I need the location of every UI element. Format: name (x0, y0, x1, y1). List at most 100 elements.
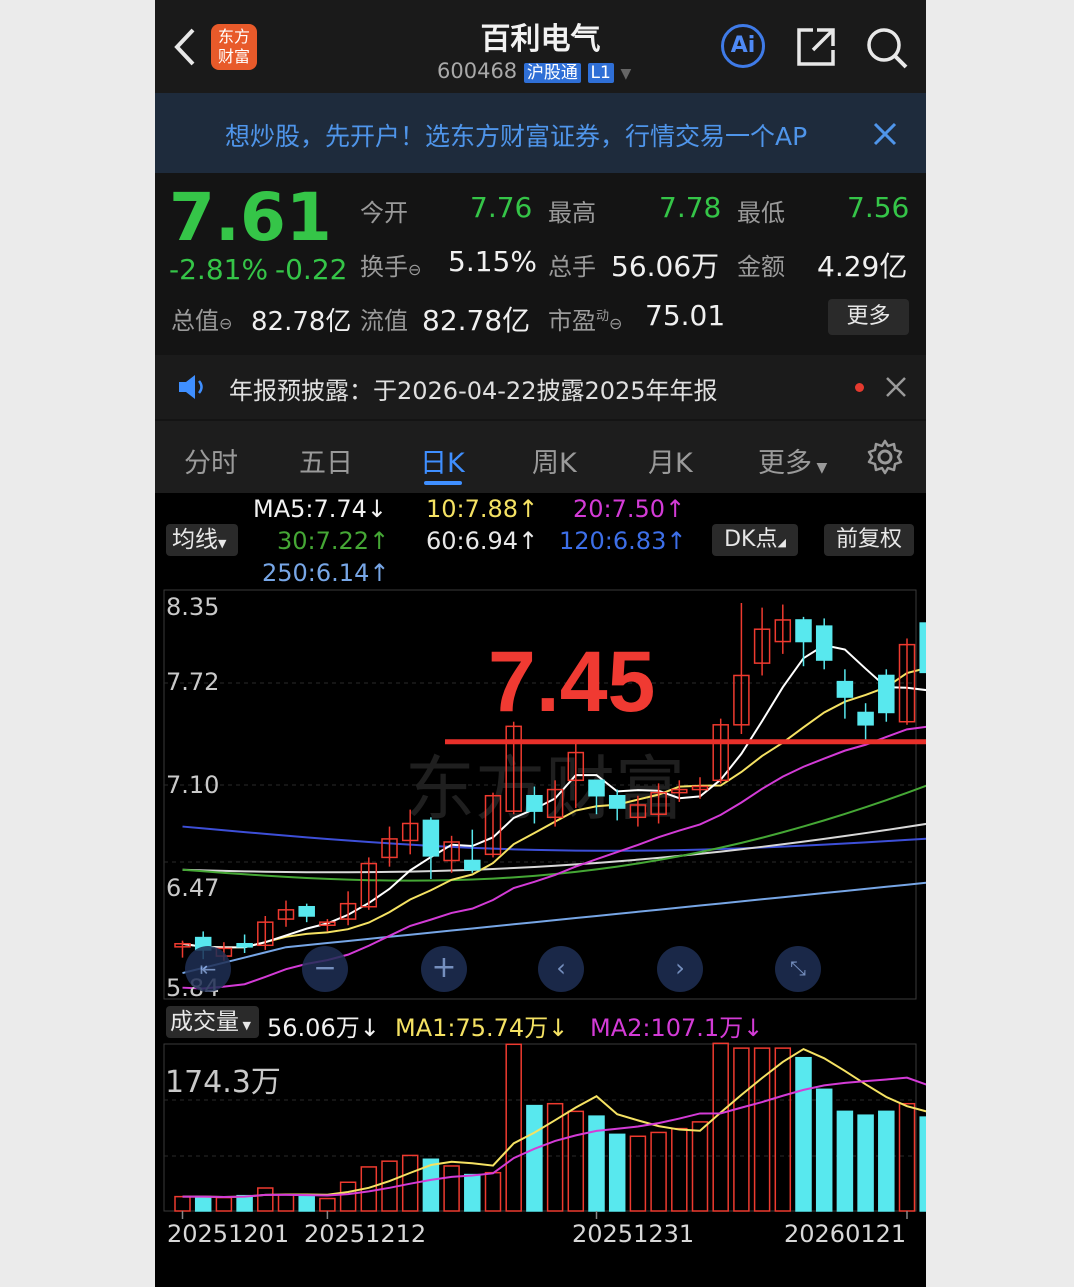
promo-banner[interactable]: 想炒股，先开户！选东方财富证券，行情交易一个AP (155, 93, 926, 173)
change-pct: -2.81% (169, 253, 269, 286)
settings-gear-icon[interactable] (867, 439, 903, 475)
date-tick: 20260121 (784, 1220, 907, 1248)
scroll-right-button[interactable]: › (657, 946, 703, 992)
volume-bar (526, 1104, 543, 1212)
candle-body (526, 794, 543, 812)
volume-bar (836, 1110, 854, 1212)
banner-text: 想炒股，先开户！选东方财富证券，行情交易一个AP (225, 122, 808, 151)
header: 东方 财富 百利电气 600468 沪股通 L1 ▼ Ai (155, 0, 926, 93)
unread-dot-icon (855, 383, 864, 392)
ma120-line (182, 825, 926, 852)
volume-bar (878, 1110, 895, 1212)
volume-bar (629, 1135, 647, 1212)
candle-body (464, 859, 481, 871)
candle-body (236, 942, 253, 948)
volume-bar (277, 1193, 295, 1212)
mktcap-value: 82.78亿 (251, 307, 352, 337)
fullscreen-button[interactable]: ⤡ (775, 946, 821, 992)
tab-weekly-k[interactable]: 周K (532, 441, 577, 480)
date-tick: 20251231 (572, 1220, 695, 1248)
notice-bar[interactable]: 年报预披露：于2026-04-22披露2025年年报 (155, 355, 926, 419)
tab-5day[interactable]: 五日 (299, 441, 353, 480)
kline-svg[interactable]: 东方财富 (155, 493, 926, 1287)
volume-bar (774, 1047, 792, 1212)
volume-bar (733, 1047, 750, 1212)
volume-bar (567, 1110, 585, 1212)
date-tick: 20251201 (167, 1220, 290, 1248)
volume-bar (339, 1181, 357, 1212)
volume-ma1-line (182, 1047, 926, 1198)
candle-body (795, 619, 812, 643)
price-tick: 8.35 (166, 593, 220, 621)
zoom-in-button[interactable]: + (421, 946, 467, 992)
price-tick: 7.10 (166, 771, 220, 799)
candle-body (298, 905, 315, 917)
volume-bar (215, 1196, 233, 1212)
speaker-icon (179, 375, 203, 399)
tab-more[interactable]: 更多 ▼ (758, 441, 827, 480)
search-icon[interactable] (865, 26, 909, 70)
share-icon[interactable] (795, 26, 837, 68)
volume-ma2: MA2:107.1万↓ (590, 1014, 764, 1042)
volume-bar (857, 1114, 874, 1212)
volume-bar (194, 1195, 212, 1212)
mktcap-label[interactable]: 总值⊖ (171, 301, 232, 336)
float-label: 流值 (360, 307, 408, 335)
ai-button[interactable]: Ai (721, 24, 765, 68)
volume-bar (671, 1127, 688, 1212)
tab-monthly-k[interactable]: 月K (648, 441, 693, 480)
candle-body (588, 779, 605, 797)
volume-bar (505, 1043, 522, 1212)
turnover-value: 5.15% (448, 245, 537, 278)
price-tick: 7.72 (166, 668, 220, 696)
dropdown-icon[interactable]: ▼ (621, 66, 632, 82)
amount-label: 金额 (737, 253, 785, 281)
more-button[interactable]: 更多 (828, 299, 909, 335)
volume-bar (650, 1131, 667, 1212)
close-icon[interactable] (885, 376, 907, 398)
close-icon[interactable] (872, 121, 898, 147)
low-value: 7.56 (847, 191, 910, 224)
volume-bar (319, 1197, 336, 1212)
zoom-out-button[interactable]: − (302, 946, 348, 992)
level-tag: L1 (587, 63, 614, 83)
tab-intraday[interactable]: 分时 (184, 441, 238, 480)
volume-bar (257, 1187, 274, 1212)
high-value: 7.78 (659, 191, 722, 224)
volume-current: 56.06万↓ (267, 1014, 380, 1042)
stock-app: 东方 财富 百利电气 600468 沪股通 L1 ▼ Ai 想炒股，先开户！选东… (155, 0, 926, 1287)
candle-body (919, 622, 926, 674)
change-abs: -0.22 (275, 253, 348, 286)
volume-bar (815, 1088, 833, 1212)
volume-select[interactable]: 成交量 ▼ (166, 1006, 259, 1038)
ai-icon: Ai (730, 33, 756, 58)
tab-daily-k[interactable]: 日K (420, 441, 465, 480)
volume-value: 56.06万 (611, 250, 720, 283)
scroll-left-button[interactable]: ‹ (538, 946, 584, 992)
volume-bar (298, 1195, 315, 1212)
volume-bar (484, 1171, 502, 1212)
float-value: 82.78亿 (422, 304, 531, 337)
volume-ma1: MA1:75.74万↓ (395, 1014, 569, 1042)
shrink-button[interactable]: ⇤ (185, 946, 231, 992)
candle-body (836, 680, 854, 698)
pe-label[interactable]: 市盈动⊖ (548, 301, 622, 336)
kline-chart-area: MA5:7.74↓ 10:7.88↑ 20:7.50↑ 均线▼ 30:7.22↑… (155, 493, 926, 1287)
high-label: 最高 (548, 199, 596, 227)
price-annotation: 7.45 (488, 634, 656, 730)
volume-bar (919, 1116, 926, 1212)
candle-body (422, 819, 440, 857)
volume-label: 总手 (548, 253, 596, 281)
price-tick: 6.47 (166, 874, 220, 902)
active-tab-indicator (424, 481, 462, 485)
volume-bar (753, 1047, 771, 1212)
volume-bar (464, 1173, 481, 1212)
volume-bar (898, 1102, 916, 1212)
volume-bar (795, 1056, 812, 1212)
turnover-label[interactable]: 换手⊖ (360, 247, 421, 282)
amount-value: 4.29亿 (817, 250, 908, 283)
connect-tag: 沪股通 (523, 63, 581, 83)
candle-body (857, 711, 874, 726)
volume-max-label: 174.3万 (165, 1065, 281, 1100)
open-label: 今开 (360, 199, 408, 227)
